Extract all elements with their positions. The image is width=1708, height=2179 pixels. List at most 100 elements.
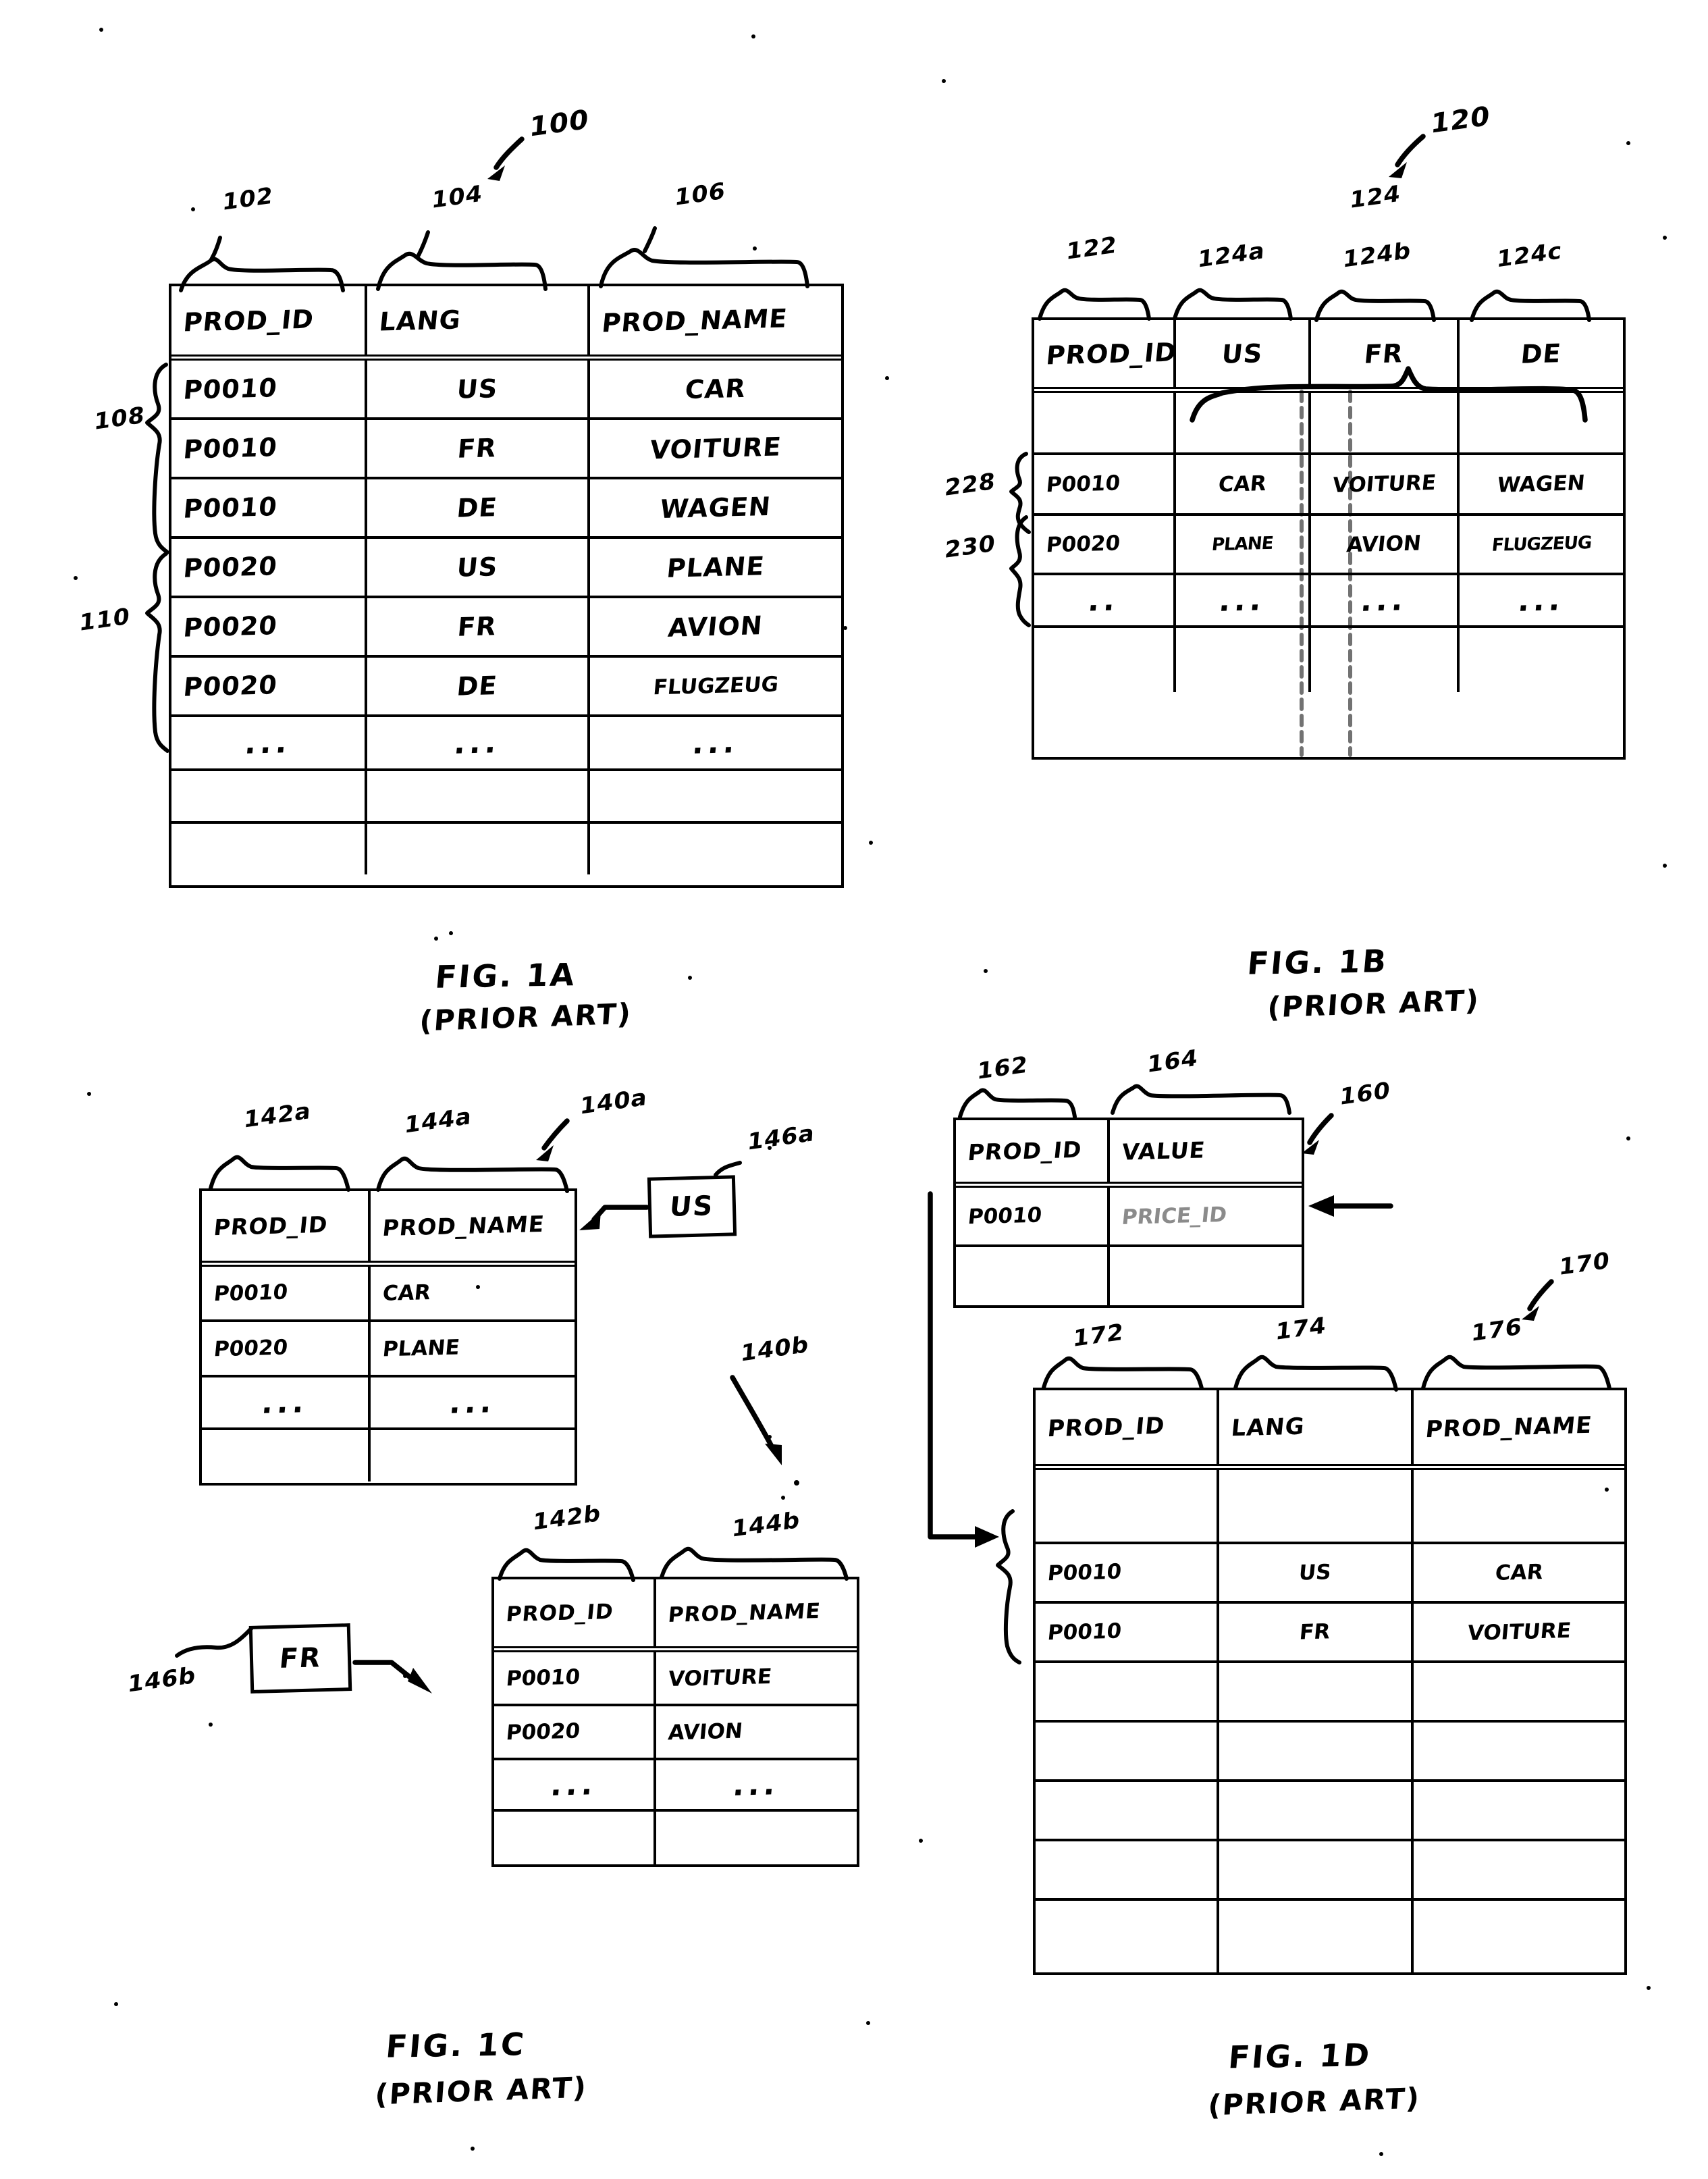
header-cell-prod-name: PROD_NAME (1414, 1390, 1624, 1464)
cell-text: ... (1217, 582, 1267, 619)
cell-us (1176, 628, 1311, 692)
header-label: PROD_ID (212, 1211, 329, 1241)
cell-prod-id: ... (202, 1377, 371, 1427)
header-cell-prod-id: PROD_ID (1036, 1390, 1219, 1464)
header-cell-fr: FR (1311, 320, 1460, 387)
cell-text: ... (1516, 582, 1566, 619)
table-row (1036, 1663, 1624, 1723)
cell-prod-id: P0020 (202, 1322, 371, 1375)
header-cell-prod-name: PROD_NAME (371, 1191, 575, 1261)
fig1d-brace-164 (1111, 1084, 1291, 1115)
table-header-row: PROD_ID LANG PROD_NAME (1036, 1390, 1624, 1470)
cell-text: FR (456, 433, 498, 464)
header-label: US (1220, 338, 1264, 369)
fig1d-column-ref-174: 174 (1274, 1312, 1328, 1346)
cell-prod-id (171, 771, 367, 821)
cell-fr (1311, 628, 1460, 692)
fig1b-column-ref-124: 124 (1348, 180, 1402, 214)
fig1c-lead-arrow-140a (536, 1118, 570, 1161)
cell-prod-name: ... (590, 717, 841, 768)
fig1d-table-lang-ref-170: 170 (1557, 1247, 1611, 1281)
cell-text: P0010 (182, 432, 279, 465)
cell-lang: DE (367, 479, 590, 536)
fig1a-caption-line2: (PRIOR ART) (418, 997, 633, 1038)
cell-prod-id (1036, 1470, 1219, 1542)
fig1a-column-ref-106: 106 (673, 178, 727, 211)
fig1a-column-ref-102: 102 (221, 182, 275, 216)
cell-prod-id: P0010 (1036, 1544, 1219, 1601)
table-row (1036, 1470, 1624, 1544)
cell-text: CAR (1217, 471, 1268, 497)
header-label: LANG (1229, 1413, 1306, 1442)
table-row: P0010 FR VOITURE (1036, 1604, 1624, 1663)
table-row: P0010 CAR (202, 1267, 575, 1322)
fig1a-table: PROD_ID LANG PROD_NAME P0010 US CAR P001… (169, 284, 844, 888)
table-row: .. ... ... ... (1034, 575, 1623, 628)
header-label: PROD_ID (182, 303, 316, 338)
cell-us (1176, 393, 1311, 452)
fig1c-column-ref-142b: 142b (531, 1500, 602, 1536)
cell-prod-id (171, 824, 367, 874)
cell-de (1460, 393, 1623, 452)
fig1d-column-ref-176: 176 (1470, 1313, 1524, 1347)
fig1c-brace-142b (498, 1548, 635, 1582)
cell-prod-name (371, 1430, 575, 1481)
fig1d-price-id-pointer-arrow (1308, 1195, 1393, 1217)
cell-prod-id: P0010 (171, 479, 367, 536)
fig1b-row-ref-228: 228 (943, 468, 997, 502)
fig1b-reference-120: 120 (1429, 101, 1491, 140)
table-row: P0010 US CAR (171, 361, 841, 420)
cell-lang (1219, 1470, 1414, 1542)
cell-lang: US (367, 539, 590, 596)
cell-prod-name: CAR (371, 1267, 575, 1319)
header-label: PROD_ID (1044, 336, 1176, 371)
fig1c-column-ref-144a: 144a (403, 1103, 473, 1139)
header-cell-value: VALUE (1110, 1120, 1302, 1182)
cell-prod-id: P0020 (171, 658, 367, 714)
header-cell-prod-id: PROD_ID (1034, 320, 1176, 387)
cell-text: AVION (666, 610, 765, 643)
cell-fr (1311, 393, 1460, 452)
cell-lang (367, 771, 590, 821)
cell-text: P0020 (182, 670, 279, 702)
cell-lang: FR (367, 420, 590, 477)
cell-prod-name (590, 771, 841, 821)
cell-text: P0020 (182, 610, 279, 643)
cell-prod-name: VOITURE (656, 1652, 857, 1704)
fig1a-caption-line1: FIG. 1A (433, 956, 578, 995)
fig1c-lang-box-fr[interactable]: FR (248, 1623, 352, 1694)
cell-text: P0010 (1046, 1559, 1123, 1586)
cell-text: P0020 (1045, 531, 1121, 558)
fig1c-brace-142a (209, 1155, 350, 1192)
cell-text: FLUGZEUG (1490, 533, 1593, 556)
fig1a-lead-arrow-100 (487, 136, 525, 181)
cell-prod-id: P0020 (171, 598, 367, 655)
table-header-row: PROD_ID PROD_NAME (494, 1579, 857, 1652)
fig1d-lead-arrow-160 (1302, 1113, 1334, 1155)
header-cell-prod-id: PROD_ID (202, 1191, 371, 1261)
table-row: P0020 FR AVION (171, 598, 841, 658)
cell-prod-id: .. (1034, 575, 1176, 625)
table-row: P0020 PLANE AVION FLUGZEUG (1034, 516, 1623, 575)
table-row (956, 1247, 1302, 1305)
cell-lang (367, 824, 590, 874)
cell-prod-id: P0020 (494, 1706, 656, 1758)
table-row (171, 824, 841, 874)
cell-prod-id (956, 1247, 1110, 1305)
cell-prod-name: WAGEN (590, 479, 841, 536)
fig1d-column-ref-172: 172 (1071, 1319, 1125, 1353)
cell-text: PLANE (381, 1335, 461, 1362)
lang-box-label: US (668, 1190, 716, 1223)
fig1d-table-lang: PROD_ID LANG PROD_NAME P0010 US CAR P001… (1033, 1388, 1627, 1975)
fig1d-table-value: PROD_ID VALUE P0010 PRICE_ID (953, 1118, 1304, 1308)
cell-prod-id: P0020 (1034, 516, 1176, 573)
fig1d-brace-172 (1042, 1356, 1204, 1390)
table-row: P0010 PRICE_ID (956, 1188, 1302, 1247)
fig1c-lang-box-us[interactable]: US (647, 1175, 737, 1238)
cell-text: P0010 (1045, 471, 1121, 498)
cell-text: AVION (1345, 531, 1422, 558)
cell-text: P0020 (505, 1718, 581, 1745)
fig1d-lead-arrow-170 (1522, 1279, 1554, 1321)
table-row: P0020 PLANE (202, 1322, 575, 1377)
table-row (171, 771, 841, 824)
